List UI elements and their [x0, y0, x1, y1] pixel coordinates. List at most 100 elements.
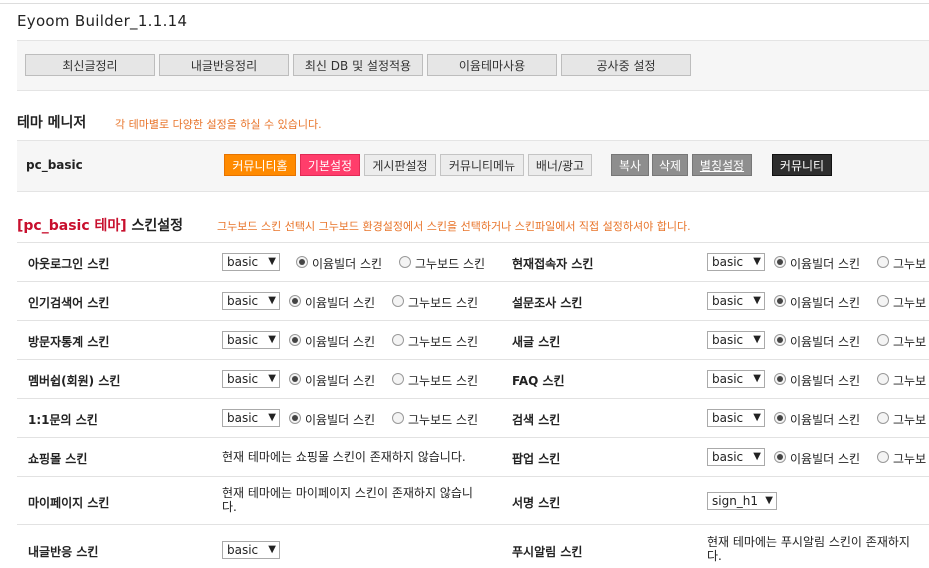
search-skin-label: 검색 스킨: [512, 413, 561, 427]
eyoom-skin-option: 이윰빌더 스킨: [790, 374, 861, 388]
mypage-skin-label: 마이페이지 스킨: [28, 496, 110, 510]
eyoom-skin-radio[interactable]: [289, 334, 301, 346]
eyoom-skin-radio[interactable]: [289, 295, 301, 307]
maintenance-setting-button[interactable]: 공사중 설정: [561, 54, 691, 76]
select-value: basic: [712, 411, 744, 425]
select-value: basic: [712, 294, 744, 308]
alias-settings-button[interactable]: 별칭설정: [692, 154, 752, 176]
skin-settings-title: [pc_basic 테마] 스킨설정: [17, 215, 183, 235]
select-value: basic: [712, 450, 744, 464]
apply-db-settings-button[interactable]: 최신 DB 및 설정적용: [293, 54, 423, 76]
eyoom-skin-option: 이윰빌더 스킨: [312, 257, 383, 271]
delete-button[interactable]: 삭제: [652, 154, 688, 176]
faq-skin-select[interactable]: basic ▼: [707, 370, 765, 388]
cleanup-reactions-button[interactable]: 내글반응정리: [159, 54, 289, 76]
gnuboard-skin-radio[interactable]: [392, 412, 404, 424]
eyoom-skin-radio[interactable]: [774, 334, 786, 346]
eyoom-skin-radio[interactable]: [296, 256, 308, 268]
current-users-skin-label: 현재접속자 스킨: [512, 257, 594, 271]
gnuboard-skin-radio[interactable]: [877, 412, 889, 424]
eyoom-skin-option: 이윰빌더 스킨: [790, 335, 861, 349]
eyoom-skin-option: 이윰빌더 스킨: [305, 296, 376, 310]
eyoom-skin-radio[interactable]: [774, 295, 786, 307]
row-divider: [17, 281, 929, 282]
my-reactions-skin-select[interactable]: basic ▼: [222, 541, 280, 559]
cleanup-latest-button[interactable]: 최신글정리: [25, 54, 155, 76]
gnuboard-skin-option: 그누보: [893, 335, 927, 349]
signature-skin-select[interactable]: sign_h1 ▼: [707, 492, 777, 510]
search-skin-select[interactable]: basic ▼: [707, 409, 765, 427]
eyoom-skin-option: 이윰빌더 스킨: [305, 335, 376, 349]
gnuboard-skin-option: 그누보드 스킨: [408, 374, 479, 388]
eyoom-skin-option: 이윰빌더 스킨: [790, 413, 861, 427]
community-home-button[interactable]: 커뮤니티홈: [224, 154, 296, 176]
faq-skin-label: FAQ 스킨: [512, 374, 565, 388]
community-menu-button[interactable]: 커뮤니티메뉴: [440, 154, 524, 176]
mypage-message-line2: 다.: [222, 500, 237, 514]
board-settings-button[interactable]: 게시판설정: [364, 154, 436, 176]
community-button[interactable]: 커뮤니티: [772, 154, 832, 176]
select-value: basic: [227, 543, 259, 557]
eyoom-skin-option: 이윰빌더 스킨: [305, 413, 376, 427]
eyoom-skin-option: 이윰빌더 스킨: [790, 296, 861, 310]
eyoom-skin-radio[interactable]: [289, 373, 301, 385]
dropdown-arrow-icon: ▼: [753, 412, 761, 423]
row-divider: [17, 359, 929, 360]
eyoom-skin-radio[interactable]: [774, 373, 786, 385]
popup-skin-select[interactable]: basic ▼: [707, 448, 765, 466]
gnuboard-skin-radio[interactable]: [877, 451, 889, 463]
new-posts-skin-select[interactable]: basic ▼: [707, 331, 765, 349]
row-divider: [17, 476, 929, 477]
push-message-line1: 현재 테마에는 푸시알림 스킨이 존재하지: [707, 535, 910, 549]
select-value: basic: [227, 411, 259, 425]
gnuboard-skin-radio[interactable]: [392, 334, 404, 346]
gnuboard-skin-radio[interactable]: [877, 256, 889, 268]
row-divider: [17, 320, 929, 321]
qa-skin-select[interactable]: basic ▼: [222, 409, 280, 427]
gnuboard-skin-option: 그누보: [893, 257, 927, 271]
membership-skin-select[interactable]: basic ▼: [222, 370, 280, 388]
current-users-skin-select[interactable]: basic ▼: [707, 253, 765, 271]
gnuboard-skin-radio[interactable]: [392, 295, 404, 307]
skin-settings-theme-label: [pc_basic 테마]: [17, 218, 127, 234]
eyoom-skin-radio[interactable]: [289, 412, 301, 424]
eyoom-skin-radio[interactable]: [774, 412, 786, 424]
popular-search-skin-label: 인기검색어 스킨: [28, 296, 110, 310]
dropdown-arrow-icon: ▼: [268, 295, 276, 306]
eyoom-skin-option: 이윰빌더 스킨: [790, 257, 861, 271]
popular-search-skin-select[interactable]: basic ▼: [222, 292, 280, 310]
gnuboard-skin-radio[interactable]: [877, 373, 889, 385]
logout-login-skin-select[interactable]: basic ▼: [222, 253, 280, 271]
dropdown-arrow-icon: ▼: [268, 373, 276, 384]
select-value: basic: [227, 333, 259, 347]
eyoom-skin-radio[interactable]: [774, 451, 786, 463]
gnuboard-skin-radio[interactable]: [877, 295, 889, 307]
gnuboard-skin-option: 그누보: [893, 413, 927, 427]
skin-settings-note: 그누보드 스킨 선택시 그누보드 환경설정에서 스킨을 선택하거나 스킨파일에서…: [217, 220, 691, 233]
theme-manager-note: 각 테마별로 다양한 설정을 하실 수 있습니다.: [115, 118, 322, 131]
eyoom-skin-radio[interactable]: [774, 256, 786, 268]
gnuboard-skin-radio[interactable]: [392, 373, 404, 385]
select-value: basic: [227, 255, 259, 269]
popup-skin-label: 팝업 스킨: [512, 452, 561, 466]
gnuboard-skin-option: 그누보드 스킨: [415, 257, 486, 271]
push-message-line2: 다.: [707, 549, 722, 563]
shop-skin-message: 현재 테마에는 쇼핑몰 스킨이 존재하지 않습니다.: [222, 450, 466, 464]
use-eyoom-theme-button[interactable]: 이윰테마사용: [427, 54, 557, 76]
poll-skin-select[interactable]: basic ▼: [707, 292, 765, 310]
poll-skin-label: 설문조사 스킨: [512, 296, 583, 310]
gnuboard-skin-option: 그누보: [893, 296, 927, 310]
gnuboard-skin-option: 그누보드 스킨: [408, 335, 479, 349]
basic-settings-button[interactable]: 기본설정: [300, 154, 360, 176]
visitor-stats-skin-label: 방문자통계 스킨: [28, 335, 110, 349]
app-title: Eyoom Builder_1.1.14: [17, 12, 188, 30]
push-alert-skin-message: 현재 테마에는 푸시알림 스킨이 존재하지 다.: [707, 535, 910, 563]
gnuboard-skin-radio[interactable]: [399, 256, 411, 268]
gnuboard-skin-option: 그누보드 스킨: [408, 296, 479, 310]
copy-button[interactable]: 복사: [611, 154, 649, 176]
theme-name: pc_basic: [26, 158, 83, 172]
banner-ad-button[interactable]: 배너/광고: [528, 154, 592, 176]
visitor-stats-skin-select[interactable]: basic ▼: [222, 331, 280, 349]
gnuboard-skin-radio[interactable]: [877, 334, 889, 346]
dropdown-arrow-icon: ▼: [753, 256, 761, 267]
